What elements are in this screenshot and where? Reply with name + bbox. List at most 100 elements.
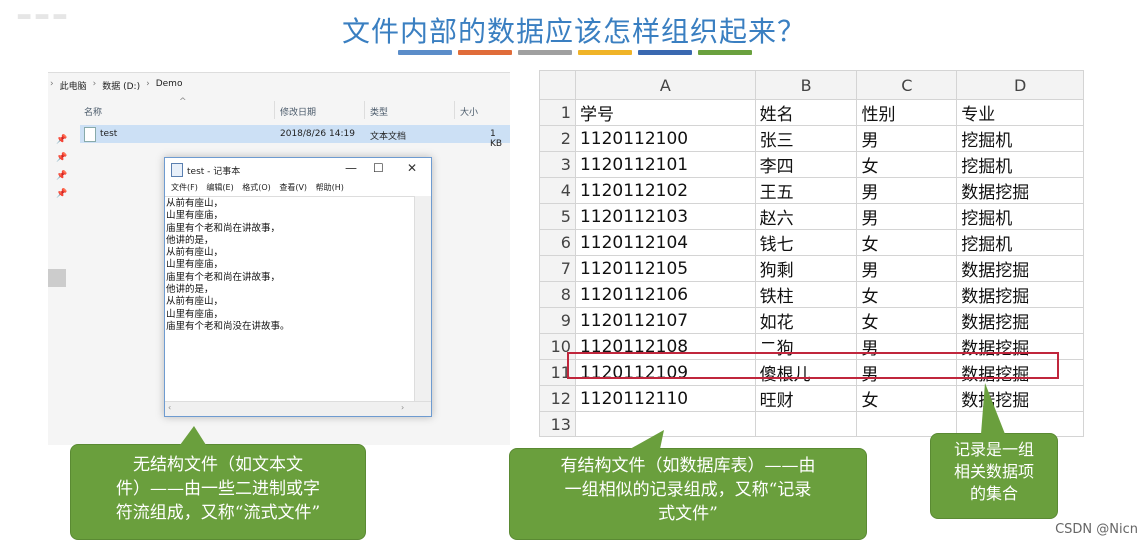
breadcrumb-item[interactable]: 数据 (D:) (102, 79, 140, 95)
menu-edit[interactable]: 编辑(E) (206, 183, 233, 192)
cell[interactable]: 学号 (574, 99, 756, 126)
table-row: 8 1120112106 铁柱女数据挖掘 (539, 281, 1084, 308)
maximize-button[interactable]: ☐ (373, 161, 384, 175)
callout-line: 相关数据项 (953, 462, 1034, 481)
cell[interactable]: 女 (856, 151, 958, 178)
cell[interactable]: 数据挖掘 (956, 255, 1084, 282)
cell[interactable]: 男 (856, 255, 958, 282)
cell[interactable]: 专业 (956, 99, 1084, 126)
column-header-size[interactable]: 大小 (460, 105, 478, 118)
row-header[interactable]: 13 (539, 411, 576, 437)
cell[interactable]: 女 (856, 229, 958, 256)
cell[interactable]: 挖掘机 (956, 203, 1084, 230)
file-row[interactable]: test 2018/8/26 14:19 文本文档 1 KB (80, 125, 510, 149)
row-header[interactable]: 7 (539, 255, 576, 282)
menu-view[interactable]: 查看(V) (279, 183, 307, 192)
select-all-corner[interactable] (539, 70, 576, 100)
pin-icon[interactable]: 📌 (56, 135, 67, 145)
callout-line: 式文件” (658, 504, 718, 524)
cell[interactable]: 张三 (754, 125, 858, 152)
row-header[interactable]: 4 (539, 177, 576, 204)
notepad-titlebar[interactable]: test - 记事本 — ☐ ✕ (165, 158, 431, 180)
column-divider[interactable] (274, 101, 275, 119)
nav-pane-scroll-thumb[interactable] (48, 269, 66, 287)
cell[interactable]: 1120112105 (574, 255, 756, 282)
pin-icon[interactable]: 📌 (56, 189, 67, 199)
cell[interactable]: 男 (856, 125, 958, 152)
column-divider[interactable] (454, 101, 455, 119)
callout-pointer (180, 426, 206, 445)
cell[interactable]: 1120112107 (574, 307, 756, 334)
row-header[interactable]: 12 (539, 385, 576, 412)
cell[interactable]: 姓名 (754, 99, 858, 126)
cell[interactable]: 1120112103 (574, 203, 756, 230)
file-modified: 2018/8/26 14:19 (280, 129, 355, 139)
breadcrumb-item[interactable]: Demo (156, 79, 183, 95)
cell[interactable]: 男 (856, 203, 958, 230)
cell[interactable] (754, 411, 858, 437)
cell[interactable]: 挖掘机 (956, 229, 1084, 256)
scroll-right-icon[interactable]: › (401, 403, 404, 412)
row-header[interactable]: 9 (539, 307, 576, 334)
menu-file[interactable]: 文件(F) (171, 183, 198, 192)
column-header-modified[interactable]: 修改日期 (280, 105, 316, 118)
menu-format[interactable]: 格式(O) (242, 183, 271, 192)
close-button[interactable]: ✕ (407, 161, 417, 175)
menu-help[interactable]: 帮助(H) (316, 183, 344, 192)
notepad-text-area[interactable]: 从前有座山， 山里有座庙， 庙里有个老和尚在讲故事， 他讲的是， 从前有座山， 山里有座庙… (165, 196, 414, 404)
color-bar (698, 50, 752, 55)
cell[interactable]: 赵六 (754, 203, 858, 230)
cell[interactable]: 1120112101 (574, 151, 756, 178)
cell[interactable]: 1120112106 (574, 281, 756, 308)
csdn-watermark: CSDN @Nicn (1055, 522, 1138, 537)
cell[interactable]: 如花 (754, 307, 858, 334)
cell[interactable]: 1120112102 (574, 177, 756, 204)
scroll-left-icon[interactable]: ‹ (168, 403, 171, 412)
cell[interactable]: 铁柱 (754, 281, 858, 308)
column-header[interactable]: B (754, 70, 858, 100)
minimize-button[interactable]: — (345, 161, 357, 175)
cell[interactable]: 女 (856, 385, 958, 412)
text-line: 山里有座庙， (166, 210, 224, 222)
callout-line: 一组相似的记录组成，又称“记录 (564, 480, 812, 500)
cell[interactable]: 男 (856, 177, 958, 204)
row-header[interactable]: 5 (539, 203, 576, 230)
cell[interactable]: 数据挖掘 (956, 177, 1084, 204)
row-header[interactable]: 1 (539, 99, 576, 126)
table-row: 7 1120112105 狗剩男数据挖掘 (539, 255, 1084, 282)
cell[interactable]: 数据挖掘 (956, 307, 1084, 334)
cell[interactable]: 挖掘机 (956, 151, 1084, 178)
row-header[interactable]: 8 (539, 281, 576, 308)
column-header[interactable]: C (856, 70, 958, 100)
cell[interactable]: 王五 (754, 177, 858, 204)
breadcrumb-item[interactable]: 此电脑 (60, 79, 87, 95)
vertical-scrollbar[interactable] (414, 196, 431, 402)
column-header-name[interactable]: 名称 ^ (84, 97, 187, 118)
column-header[interactable]: D (956, 70, 1084, 100)
row-header[interactable]: 3 (539, 151, 576, 178)
row-header[interactable]: 6 (539, 229, 576, 256)
cell[interactable]: 李四 (754, 151, 858, 178)
column-header[interactable]: A (574, 70, 756, 100)
cell[interactable]: 数据挖掘 (956, 281, 1084, 308)
text-line: 从前有座山， (166, 247, 224, 259)
pin-icon[interactable]: 📌 (56, 171, 67, 181)
cell[interactable]: 钱七 (754, 229, 858, 256)
table-row: 1 学号 姓名 性别 专业 (539, 99, 1084, 126)
row-header[interactable]: 2 (539, 125, 576, 152)
cell[interactable]: 女 (856, 281, 958, 308)
column-header-type[interactable]: 类型 (370, 105, 388, 118)
pin-icon[interactable]: 📌 (56, 153, 67, 163)
color-bar (398, 50, 452, 55)
table-row: 2 1120112100 张三男挖掘机 (539, 125, 1084, 152)
cell[interactable]: 1120112110 (574, 385, 756, 412)
cell[interactable]: 性别 (856, 99, 958, 126)
cell[interactable]: 狗剩 (754, 255, 858, 282)
cell[interactable]: 1120112104 (574, 229, 756, 256)
horizontal-scrollbar[interactable]: ‹ › (165, 401, 431, 416)
cell[interactable]: 旺财 (754, 385, 858, 412)
cell[interactable]: 1120112100 (574, 125, 756, 152)
cell[interactable]: 挖掘机 (956, 125, 1084, 152)
cell[interactable]: 女 (856, 307, 958, 334)
column-divider[interactable] (364, 101, 365, 119)
